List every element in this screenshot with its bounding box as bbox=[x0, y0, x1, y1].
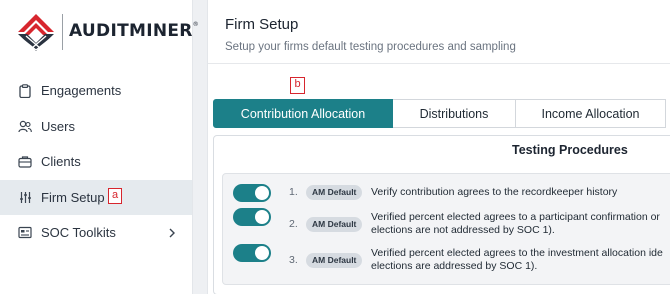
procedure-text-line: Verified percent elected agrees to the i… bbox=[371, 247, 663, 259]
briefcase-icon bbox=[18, 155, 32, 169]
brand-logo[interactable]: AUDITMINER® bbox=[16, 12, 199, 52]
toggle-knob bbox=[255, 246, 269, 260]
procedure-text-line: Verified percent elected agrees to a par… bbox=[371, 211, 660, 223]
tab-contribution-allocation[interactable]: Contribution Allocation bbox=[213, 99, 393, 128]
procedure-text-line: Verify contribution agrees to the record… bbox=[371, 186, 618, 198]
procedure-toggle[interactable] bbox=[233, 244, 271, 262]
procedure-number: 2. bbox=[289, 218, 298, 230]
am-default-badge: AM Default bbox=[306, 185, 363, 200]
brand-name: AUDITMINER® bbox=[69, 21, 199, 41]
procedure-number: 3. bbox=[289, 254, 298, 266]
sidebar-item-users[interactable]: Users bbox=[0, 109, 192, 145]
sidebar-item-label: Firm Setup bbox=[41, 189, 105, 205]
logo-divider bbox=[62, 14, 63, 50]
chevron-right-icon[interactable] bbox=[168, 226, 176, 241]
toggle-knob bbox=[255, 210, 269, 224]
clipboard-icon bbox=[18, 83, 32, 98]
page-header: Firm Setup Setup your firms default test… bbox=[208, 0, 670, 64]
sidebar-nav: Engagements Users Clients Firm Setup SOC… bbox=[0, 73, 192, 251]
testing-procedures-panel: Testing Procedures 1. AM Default Verify … bbox=[213, 135, 670, 294]
sidebar-item-engagements[interactable]: Engagements bbox=[0, 73, 192, 109]
auditminer-mountain-logo-icon bbox=[18, 14, 54, 51]
sidebar-item-label: Engagements bbox=[41, 83, 122, 99]
am-default-badge: AM Default bbox=[306, 217, 363, 232]
sidebar-item-firm-setup[interactable]: Firm Setup bbox=[0, 179, 192, 215]
procedures-list: 1. AM Default Verify contribution agrees… bbox=[222, 173, 670, 285]
am-default-badge: AM Default bbox=[306, 253, 363, 268]
toggle-knob bbox=[255, 186, 269, 200]
tab-income-allocation[interactable]: Income Allocation bbox=[516, 99, 666, 128]
procedure-toggle[interactable] bbox=[233, 184, 271, 202]
sidebar-item-label: SOC Toolkits bbox=[41, 225, 116, 241]
sliders-icon bbox=[18, 190, 32, 204]
sidebar: AUDITMINER® Engagements Users Clients Fi… bbox=[0, 0, 199, 294]
procedure-text: Verify contribution agrees to the record… bbox=[371, 186, 617, 199]
sidebar-item-soc-toolkits[interactable]: SOC Toolkits bbox=[0, 215, 192, 251]
sidebar-item-label: Users bbox=[41, 118, 75, 134]
procedure-text-line: elections are not addressed by SOC 1). bbox=[371, 224, 555, 236]
annotation-marker-a: a bbox=[108, 188, 122, 204]
tab-distributions[interactable]: Distributions bbox=[393, 99, 516, 128]
procedure-text-line: elections are addressed by SOC 1). bbox=[371, 260, 538, 272]
procedure-toggle[interactable] bbox=[233, 208, 271, 226]
procedure-text: Verified percent elected agrees to a par… bbox=[371, 211, 660, 237]
sidebar-item-clients[interactable]: Clients bbox=[0, 144, 192, 180]
procedure-text: Verified percent elected agrees to the i… bbox=[371, 247, 663, 273]
panel-title: Testing Procedures bbox=[512, 143, 628, 157]
toolkit-icon bbox=[18, 226, 32, 240]
main-content: Firm Setup Setup your firms default test… bbox=[207, 0, 670, 294]
page-title: Firm Setup bbox=[225, 16, 299, 33]
sidebar-item-label: Clients bbox=[41, 154, 81, 170]
procedure-number: 1. bbox=[289, 186, 298, 198]
procedure-tabs: Contribution Allocation Distributions In… bbox=[213, 99, 666, 128]
users-icon bbox=[18, 119, 32, 133]
annotation-marker-b: b bbox=[290, 77, 305, 94]
page-subtitle: Setup your firms default testing procedu… bbox=[225, 41, 516, 53]
